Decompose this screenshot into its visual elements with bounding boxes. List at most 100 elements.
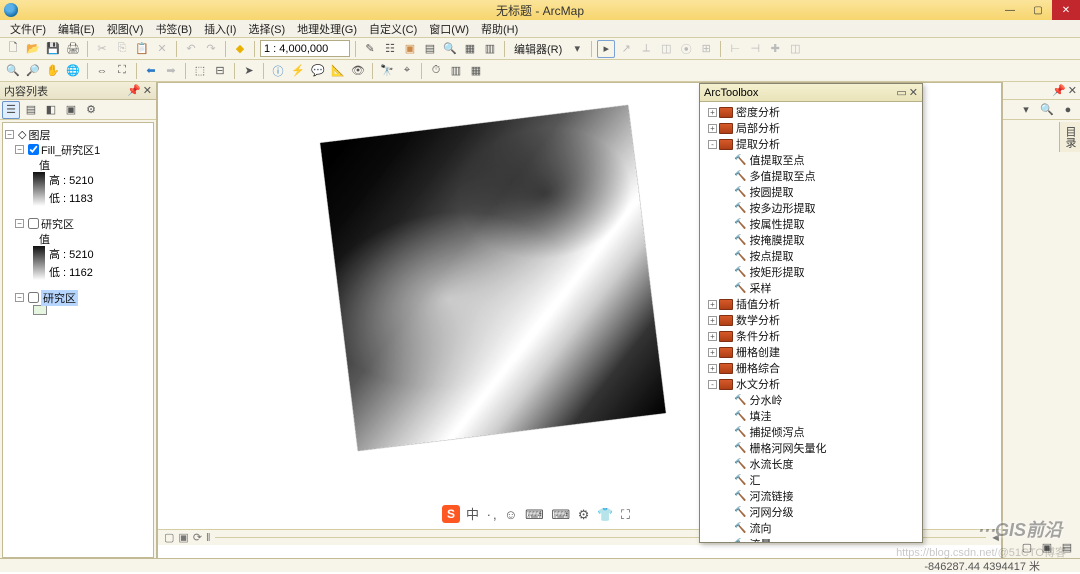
list-by-source-icon[interactable]: ▤ xyxy=(22,101,40,119)
data-view-tab[interactable]: ▢ xyxy=(164,531,174,544)
search-icon[interactable]: 🔍 xyxy=(1038,101,1056,119)
minimize-button[interactable]: — xyxy=(996,0,1024,20)
expand-icon[interactable]: + xyxy=(708,108,717,117)
tool-item[interactable]: 🔨填洼 xyxy=(700,408,922,424)
snap-icon[interactable]: ◫ xyxy=(786,40,804,58)
zoom-out-icon[interactable]: 🔎 xyxy=(24,62,42,80)
tool-item[interactable]: 🔨流量 xyxy=(700,536,922,542)
tool-item[interactable]: 🔨水流长度 xyxy=(700,456,922,472)
expand-icon[interactable]: + xyxy=(708,348,717,357)
tool-item[interactable]: 🔨栅格河网矢量化 xyxy=(700,440,922,456)
tool-item[interactable]: 🔨值提取至点 xyxy=(700,152,922,168)
snap-icon[interactable]: ⊢ xyxy=(726,40,744,58)
dropdown-icon[interactable]: ▾ xyxy=(568,40,586,58)
arctoolbox-header[interactable]: ArcToolbox ▭✕ xyxy=(700,84,922,102)
fixed-zoom-out-icon[interactable]: ⛶ xyxy=(113,62,131,80)
toolbox-group[interactable]: -提取分析 xyxy=(700,136,922,152)
toolbox-group[interactable]: +条件分析 xyxy=(700,328,922,344)
prev-extent-icon[interactable]: ⬅ xyxy=(142,62,160,80)
layer-checkbox[interactable] xyxy=(28,292,39,303)
toolbox-group[interactable]: +插值分析 xyxy=(700,296,922,312)
tool-item[interactable]: 🔨按圆提取 xyxy=(700,184,922,200)
layer-checkbox[interactable] xyxy=(28,144,39,155)
menu-window[interactable]: 窗口(W) xyxy=(423,19,475,39)
menu-edit[interactable]: 编辑(E) xyxy=(52,19,101,39)
edit-tool-icon[interactable]: ⦿ xyxy=(677,40,695,58)
menu-help[interactable]: 帮助(H) xyxy=(475,19,524,39)
add-data-icon[interactable]: ◆ xyxy=(231,40,249,58)
scale-input[interactable]: 1 : 4,000,000 xyxy=(260,40,350,57)
zoom-in-icon[interactable]: 🔍 xyxy=(4,62,22,80)
layer-row[interactable]: −研究区 xyxy=(3,290,153,305)
menu-selection[interactable]: 选择(S) xyxy=(242,19,291,39)
select-tool-icon[interactable]: ▸ xyxy=(597,40,615,58)
identify-icon[interactable]: ⓘ xyxy=(269,62,287,80)
layout-view-tab[interactable]: ▣ xyxy=(178,531,188,544)
delete-icon[interactable]: ✕ xyxy=(153,40,171,58)
new-icon[interactable]: 🗋 xyxy=(4,40,22,58)
tool-item[interactable]: 🔨捕捉倾泻点 xyxy=(700,424,922,440)
table-icon[interactable]: ☷ xyxy=(381,40,399,58)
snap-icon[interactable]: ⊣ xyxy=(746,40,764,58)
collapse-icon[interactable]: − xyxy=(15,293,24,302)
tool-item[interactable]: 🔨按矩形提取 xyxy=(700,264,922,280)
connect-icon[interactable]: ● xyxy=(1059,101,1077,119)
full-extent-icon[interactable]: 🌐 xyxy=(64,62,82,80)
maximize-button[interactable]: ▢ xyxy=(1024,0,1052,20)
toolbox-icon[interactable]: ▣ xyxy=(401,40,419,58)
collapse-icon[interactable]: − xyxy=(5,130,14,139)
paste-icon[interactable]: 📋 xyxy=(133,40,151,58)
catalog-icon[interactable]: ▤ xyxy=(421,40,439,58)
tree-root[interactable]: −◇图层 xyxy=(3,127,153,142)
sogou-icon[interactable]: S xyxy=(442,505,460,523)
tool-item[interactable]: 🔨汇 xyxy=(700,472,922,488)
find-icon[interactable]: 🔭 xyxy=(378,62,396,80)
toolbox-group[interactable]: +栅格综合 xyxy=(700,360,922,376)
viewer-icon[interactable]: ▥ xyxy=(447,62,465,80)
expand-icon[interactable]: - xyxy=(708,380,717,389)
tool-item[interactable]: 🔨河流链接 xyxy=(700,488,922,504)
close-icon[interactable]: ✕ xyxy=(1068,84,1077,97)
save-icon[interactable]: 💾 xyxy=(44,40,62,58)
tool-item[interactable]: 🔨按点提取 xyxy=(700,248,922,264)
expand-icon[interactable]: + xyxy=(708,124,717,133)
close-icon[interactable]: ✕ xyxy=(909,86,918,99)
close-button[interactable]: ✕ xyxy=(1052,0,1080,20)
pin-icon[interactable]: 📌 xyxy=(127,84,141,97)
tool-item[interactable]: 🔨按多边形提取 xyxy=(700,200,922,216)
toolbox-group[interactable]: +密度分析 xyxy=(700,104,922,120)
fixed-zoom-in-icon[interactable]: ⇔ xyxy=(93,62,111,80)
layer-row[interactable]: −研究区 xyxy=(3,216,153,231)
menu-customize[interactable]: 自定义(C) xyxy=(363,19,423,39)
tool-item[interactable]: 🔨流向 xyxy=(700,520,922,536)
clear-selection-icon[interactable]: ⊟ xyxy=(211,62,229,80)
redo-icon[interactable]: ↷ xyxy=(202,40,220,58)
next-extent-icon[interactable]: ➡ xyxy=(162,62,180,80)
undo-icon[interactable]: ↶ xyxy=(182,40,200,58)
home-icon[interactable]: ▾ xyxy=(1017,101,1035,119)
toolbox-group[interactable]: +局部分析 xyxy=(700,120,922,136)
close-icon[interactable]: ✕ xyxy=(143,84,152,97)
expand-icon[interactable]: + xyxy=(708,364,717,373)
tool-item[interactable]: 🔨分水岭 xyxy=(700,392,922,408)
cut-icon[interactable]: ✂ xyxy=(93,40,111,58)
toolbox-group[interactable]: +数学分析 xyxy=(700,312,922,328)
menu-view[interactable]: 视图(V) xyxy=(101,19,150,39)
pointer-icon[interactable]: ➤ xyxy=(240,62,258,80)
pin-icon[interactable]: 📌 xyxy=(1052,84,1066,97)
select-features-icon[interactable]: ⬚ xyxy=(191,62,209,80)
refresh-icon[interactable]: ⟳ xyxy=(193,531,202,544)
map-view[interactable]: S 中 ·, ☺ ⌨ ⌨ ⚙ 👕 ⛶ ▢ ▣ ⟳ ‖ ◄ ArcToolbox … xyxy=(157,82,1002,560)
pause-icon[interactable]: ‖ xyxy=(206,532,211,544)
expand-icon[interactable]: + xyxy=(708,300,717,309)
editor-label[interactable]: 编辑器(R) xyxy=(510,41,566,57)
options-icon[interactable]: ⚙ xyxy=(82,101,100,119)
list-by-selection-icon[interactable]: ▣ xyxy=(62,101,80,119)
open-icon[interactable]: 📂 xyxy=(24,40,42,58)
print-icon[interactable]: 🖨 xyxy=(64,40,82,58)
menu-geoprocessing[interactable]: 地理处理(G) xyxy=(291,19,363,39)
catalog-tab[interactable]: 目录 xyxy=(1059,122,1080,152)
edit-tool-icon[interactable]: ◫ xyxy=(657,40,675,58)
float-icon[interactable]: ▭ xyxy=(896,86,906,99)
arctoolbox-tree[interactable]: +密度分析+局部分析-提取分析🔨值提取至点🔨多值提取至点🔨按圆提取🔨按多边形提取… xyxy=(700,102,922,542)
